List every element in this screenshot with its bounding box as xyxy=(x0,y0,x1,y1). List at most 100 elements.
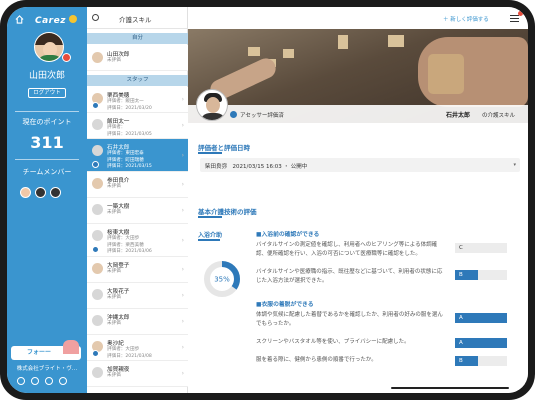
list-title: 介護スキル xyxy=(119,16,152,24)
progress-percent: 35% xyxy=(214,276,230,284)
grade-bar[interactable]: B xyxy=(455,356,507,366)
question-text: スクリーンやバスタオル等を使い、プライバシーに配慮した。 xyxy=(256,339,410,345)
grade-bar[interactable]: C xyxy=(455,243,507,253)
people-illustration-icon xyxy=(63,340,79,354)
list-item[interactable]: 沖縄太郎 未評価 › xyxy=(87,309,188,335)
team-avatar[interactable] xyxy=(35,187,46,198)
info-icon[interactable] xyxy=(59,377,67,385)
divider xyxy=(15,111,79,112)
list-item-detail: 未評価 xyxy=(107,321,121,326)
points-value: 311 xyxy=(30,133,64,152)
list-item-detail: 評価者：東田宏泰 xyxy=(107,151,144,156)
list-item[interactable]: 大岡登子 未評価 › xyxy=(87,257,188,283)
list-item-detail: 評価日：2021/03/05 xyxy=(107,131,152,137)
chat-icon[interactable] xyxy=(31,377,39,385)
list-item-detail: 評価者：大田歩 xyxy=(107,347,140,352)
staff-list-panel: 介護スキル 自分 山田次郎 未評価 スタッフ 栗西美穂 評価者：飯田太一 評価日：2… xyxy=(87,7,188,393)
check-icon xyxy=(92,350,99,357)
grade-label: A xyxy=(459,315,463,321)
evaluator-select[interactable]: 柴田良弥 2021/03/15 16:03 ・ 公開中 ▾ xyxy=(200,158,520,172)
section-self: 自分 xyxy=(87,33,188,44)
list-item-name: 参田良介 xyxy=(107,178,130,184)
team-avatar[interactable] xyxy=(50,187,61,198)
follow-banner[interactable]: フォーー xyxy=(11,340,81,360)
list-item[interactable]: 飯田太一 評価者： 評価日：2021/03/05 › xyxy=(87,113,188,139)
grade-bar[interactable]: A xyxy=(455,313,507,323)
avatar xyxy=(92,52,103,63)
search-icon[interactable] xyxy=(92,14,99,21)
list-item[interactable]: 山田次郎 未評価 xyxy=(87,45,188,71)
grade-bar[interactable]: B xyxy=(455,270,507,280)
question-text: 体調や気候に配慮した着替であるかを確認したか、利用者の好みの服を選んでもらったか… xyxy=(256,312,443,327)
list-item-name: 桜東大樹 xyxy=(107,230,130,236)
grade-label: C xyxy=(459,245,463,251)
list-item-detail: 評価日：2021/03/15 xyxy=(107,164,152,169)
grade-label: B xyxy=(459,358,463,364)
question-text: 服を着る際に、健側から患側の順番で行ったか。 xyxy=(256,357,377,363)
list-item-name: 大岡登子 xyxy=(107,263,130,269)
list-item[interactable]: 加賀親夜 未評価 › xyxy=(87,361,188,387)
divider xyxy=(198,239,220,241)
grade-label: A xyxy=(459,340,463,346)
avatar xyxy=(92,289,103,300)
list-item[interactable]: 大阪花子 未評価 › xyxy=(87,283,188,309)
settings-icon[interactable] xyxy=(45,377,53,385)
app-screen: Carez 山田次郎 ログアウト 現在のポイント 311 チームメンバー フォー… xyxy=(7,7,528,393)
new-evaluation-button[interactable]: ＋ 新しく評価する xyxy=(443,15,489,23)
list-item-detail: 評価者：栗西美穂 xyxy=(107,242,144,248)
list-item-status: 未評価 xyxy=(107,58,121,63)
avatar[interactable] xyxy=(34,32,64,62)
evaluator-line: 柴田良弥 2021/03/15 16:03 ・ 公開中 xyxy=(205,164,308,170)
divider xyxy=(198,216,222,218)
top-bar: ＋ 新しく評価する xyxy=(188,7,528,29)
list-item-detail: 評価者：町田瑞穂 xyxy=(107,157,144,163)
skill-section-title: 基本介護技術の評価 xyxy=(198,208,257,216)
chevron-right-icon: › xyxy=(181,266,184,273)
question-text: バイタルサインや医療職の指示、既往歴などに基づいて、利用者の状態に応じた入浴方法… xyxy=(256,269,443,284)
chevron-right-icon: › xyxy=(181,236,184,244)
logo-star-icon xyxy=(69,15,77,23)
list-item[interactable]: 石井太郎 評価者：東田宏泰 評価者：町田瑞穂 評価日：2021/03/15 › xyxy=(87,139,188,172)
evaluator-section-title: 評価者と評価日時 xyxy=(198,144,250,152)
list-header: 介護スキル xyxy=(87,7,188,29)
wood-block xyxy=(248,47,260,56)
follow-label: フォーー xyxy=(27,349,52,356)
list-item-name: 飯田太一 xyxy=(107,119,130,125)
profile-icon[interactable] xyxy=(17,377,25,385)
avatar xyxy=(92,367,103,378)
grade-bar[interactable]: A xyxy=(455,338,507,348)
list-item-detail: 評価者： xyxy=(107,125,126,130)
list-item-name: 一築大樹 xyxy=(107,204,130,210)
chevron-down-icon: ▾ xyxy=(513,162,516,168)
avatar xyxy=(92,230,103,241)
logout-button[interactable]: ログアウト xyxy=(28,88,66,98)
list-item[interactable]: 桜東大樹 評価者：大田歩 評価者：栗西美穂 評価日：2021/03/06 › xyxy=(87,224,188,257)
chevron-right-icon: › xyxy=(181,370,184,377)
list-item[interactable]: 参田良介 未評価 › xyxy=(87,172,188,198)
left-sidebar: Carez 山田次郎 ログアウト 現在のポイント 311 チームメンバー フォー… xyxy=(7,7,87,393)
company-name: 株式会社ブライト・ヴ… xyxy=(16,366,78,372)
team-members xyxy=(20,187,76,199)
team-avatar[interactable] xyxy=(20,187,31,198)
question-text: バイタルサインの測定値を確認し、利用者へのヒアリング等による体調確認、便所確認を… xyxy=(256,242,438,257)
avatar xyxy=(92,204,103,215)
list-item-detail: 未評価 xyxy=(107,269,121,274)
app-logo: Carez xyxy=(35,16,66,26)
list-item-name: 沖縄太郎 xyxy=(107,315,130,321)
bottom-icon-bar xyxy=(17,377,81,387)
progress-donut: 35% xyxy=(204,261,240,297)
check-icon xyxy=(92,102,99,109)
hamburger-menu-icon[interactable] xyxy=(510,15,519,22)
wood-block xyxy=(283,49,294,58)
list-item[interactable]: 一築大樹 未評価 › xyxy=(87,198,188,224)
home-icon[interactable] xyxy=(15,15,24,24)
check-icon xyxy=(92,246,99,253)
puzzle-piece xyxy=(428,54,464,94)
list-item[interactable]: 栗西美穂 評価者：飯田太一 評価日：2021/03/20 › xyxy=(87,87,188,113)
list-item[interactable]: 奥沙紀 評価者：大田歩 評価日：2021/03/08 › xyxy=(87,335,188,361)
divider xyxy=(198,152,222,154)
list-item-detail: 未評価 xyxy=(107,210,121,215)
main-content: ＋ 新しく評価する アセッサー評価済 石井太郎 の介護スキル 評価者と評価日時 xyxy=(188,7,528,393)
check-icon xyxy=(230,111,237,118)
camera-icon[interactable] xyxy=(62,53,71,62)
